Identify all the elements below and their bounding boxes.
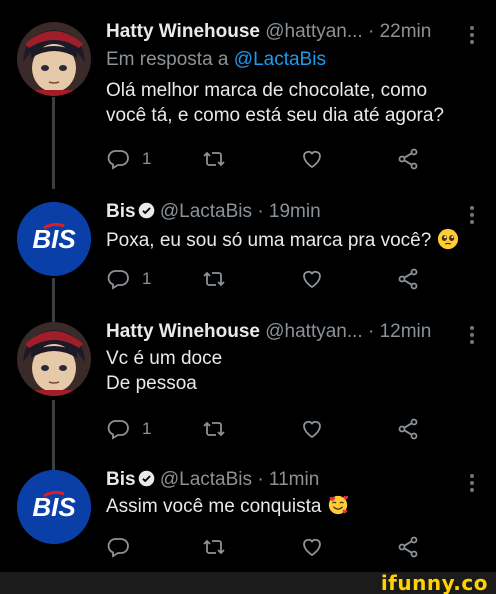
anime-character-avatar-icon <box>17 22 91 96</box>
tweet[interactable]: BIS Bis @LactaBis · 11min Assim você me … <box>0 466 496 572</box>
bis-logo-text: BIS <box>32 224 76 254</box>
avatar[interactable] <box>17 22 91 96</box>
username[interactable]: @hattyan... <box>265 21 362 42</box>
retweet-icon <box>203 421 225 437</box>
share-icon <box>398 268 418 290</box>
username[interactable]: @hattyan... <box>265 321 362 342</box>
more-options-icon[interactable] <box>470 26 474 47</box>
retweet-icon <box>203 151 225 167</box>
reply-button[interactable] <box>106 534 142 560</box>
like-button[interactable] <box>300 534 324 560</box>
timestamp[interactable]: · 11min <box>257 469 319 490</box>
display-name[interactable]: Hatty Winehouse <box>106 321 260 342</box>
share-icon <box>398 148 418 170</box>
tweet-text: Poxa, eu sou só uma marca pra você? <box>106 228 484 253</box>
retweet-icon <box>203 539 225 555</box>
reply-icon <box>107 420 129 440</box>
retweet-button[interactable] <box>202 146 226 172</box>
reply-icon <box>107 270 129 290</box>
tweet-header: Bis @LactaBis · 19min <box>106 200 484 224</box>
reply-prefix: Em resposta a <box>106 49 234 70</box>
retweet-button[interactable] <box>202 266 226 292</box>
share-button[interactable] <box>396 266 420 292</box>
tweet-header: Bis @LactaBis · 11min <box>106 468 484 492</box>
reply-handle-link[interactable]: @LactaBis <box>234 49 326 70</box>
bis-logo-icon: BIS <box>17 470 91 544</box>
share-button[interactable] <box>396 416 420 442</box>
reply-count: 1 <box>142 419 152 438</box>
watermark-bar: ifunny.co <box>0 572 496 594</box>
tweet-text-line: você tá, e como está seu dia até agora? <box>106 105 444 126</box>
reply-context: Em resposta a @LactaBis <box>106 48 484 72</box>
display-name[interactable]: Hatty Winehouse <box>106 21 260 42</box>
avatar[interactable]: BIS <box>17 470 91 544</box>
tweet-text: Olá melhor marca de chocolate, como você… <box>106 78 484 128</box>
avatar[interactable]: BIS <box>17 202 91 276</box>
retweet-icon <box>203 271 225 287</box>
tweet-actions <box>106 534 426 560</box>
smiling-face-with-hearts-emoji-icon <box>328 495 348 515</box>
tweet[interactable]: Hatty Winehouse @hattyan... · 12min Vc é… <box>0 320 496 472</box>
like-button[interactable] <box>300 416 324 442</box>
more-options-icon[interactable] <box>470 326 474 347</box>
tweet-text-line: Poxa, eu sou só uma marca pra você? <box>106 230 432 251</box>
tweet-text: Assim você me conquista <box>106 494 484 519</box>
tweet-text-line: De pessoa <box>106 373 197 394</box>
timestamp[interactable]: · 19min <box>257 201 320 222</box>
reply-button[interactable]: 1 <box>106 266 151 292</box>
timestamp[interactable]: · 22min <box>368 21 431 42</box>
reply-icon <box>107 150 129 170</box>
share-icon <box>398 536 418 558</box>
verified-badge-icon <box>138 470 154 487</box>
tweet-text: Vc é um doce De pessoa <box>106 346 484 396</box>
avatar[interactable] <box>17 322 91 396</box>
bis-logo-icon: BIS <box>17 202 91 276</box>
tweet-text-line: Assim você me conquista <box>106 496 322 517</box>
tweet-actions: 1 <box>106 266 426 292</box>
tweet[interactable]: BIS Bis @LactaBis · 19min Poxa, eu sou s… <box>0 190 496 322</box>
share-button[interactable] <box>396 146 420 172</box>
reply-count: 1 <box>142 269 152 288</box>
retweet-button[interactable] <box>202 534 226 560</box>
tweet-actions: 1 <box>106 416 426 442</box>
pleading-face-emoji-icon <box>437 228 458 250</box>
heart-icon <box>303 150 321 169</box>
more-options-icon[interactable] <box>470 206 474 227</box>
tweet-thread: Hatty Winehouse @hattyan... · 22min Em r… <box>0 0 496 572</box>
ifunny-watermark: ifunny.co <box>380 571 488 594</box>
heart-icon <box>303 420 321 439</box>
retweet-button[interactable] <box>202 416 226 442</box>
like-button[interactable] <box>300 146 324 172</box>
username[interactable]: @LactaBis <box>160 469 252 490</box>
display-name[interactable]: Bis <box>106 201 136 222</box>
reply-button[interactable]: 1 <box>106 146 151 172</box>
reply-button[interactable]: 1 <box>106 416 151 442</box>
tweet-header: Hatty Winehouse @hattyan... · 12min <box>106 320 484 344</box>
share-icon <box>398 418 418 440</box>
verified-badge-icon <box>138 202 154 219</box>
reply-icon <box>107 538 129 558</box>
more-options-icon[interactable] <box>470 474 474 495</box>
timestamp[interactable]: · 12min <box>368 321 431 342</box>
share-button[interactable] <box>396 534 420 560</box>
tweet[interactable]: Hatty Winehouse @hattyan... · 22min Em r… <box>0 0 496 190</box>
tweet-text-line: Olá melhor marca de chocolate, como <box>106 80 428 101</box>
reply-count: 1 <box>142 149 152 168</box>
tweet-text-line: Vc é um doce <box>106 348 223 369</box>
bis-logo-text: BIS <box>32 492 76 522</box>
tweet-header: Hatty Winehouse @hattyan... · 22min <box>106 20 484 44</box>
anime-character-avatar-icon <box>17 322 91 396</box>
display-name[interactable]: Bis <box>106 469 136 490</box>
username[interactable]: @LactaBis <box>160 201 252 222</box>
like-button[interactable] <box>300 266 324 292</box>
heart-icon <box>303 538 321 557</box>
tweet-actions: 1 <box>106 146 426 172</box>
heart-icon <box>303 270 321 289</box>
